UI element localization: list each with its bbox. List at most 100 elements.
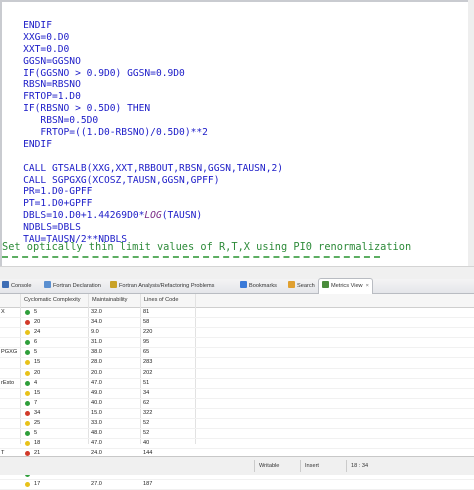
cyclomatic-complexity-value: 5 [34, 349, 38, 356]
maintainability-value: 47.0 [91, 379, 102, 386]
cyclomatic-complexity-value: 20 [34, 319, 41, 326]
code-line: CALL GTSALB(XXG,XXT,RBBOUT,RBSN,GGSN,TAU… [0, 163, 283, 175]
lines-of-code-value: 52 [143, 430, 150, 437]
column-maintainability[interactable]: Maintainability [88, 294, 127, 307]
close-icon[interactable]: × [366, 283, 369, 289]
table-row[interactable]: 7 40.0 62 [0, 399, 474, 409]
lines-of-code-value: 81 [143, 309, 150, 315]
cyclomatic-complexity-value: 4 [34, 379, 38, 386]
code-line: IF(GGSNO > 0.9D0) GGSN=0.9D0 [0, 68, 283, 80]
lines-of-code-value: 95 [143, 339, 150, 346]
status-green-icon [25, 350, 30, 356]
status-green-icon [25, 400, 30, 406]
code-line: DBLS=10.D0+1.44269D0*LOG(TAUSN) [0, 210, 283, 222]
status-cursor-position: 18 : 34 [346, 460, 391, 472]
tab-search[interactable]: Search [288, 279, 315, 293]
maintainability-value: 34.0 [91, 319, 102, 326]
status-yellow-icon [25, 360, 30, 366]
code-token: IF(RBSNO > 0.5D0) THEN [0, 103, 151, 115]
cyclomatic-complexity-value: 17 [34, 480, 41, 487]
code-line: XXG=0.D0 [0, 32, 283, 44]
cyclomatic-complexity-value: 34 [34, 409, 41, 416]
console-icon [2, 281, 9, 288]
code-token: XXT=0.D0 [0, 43, 70, 55]
code-comment: Set optically thin limit values of R,T,X… [2, 241, 412, 253]
lines-of-code-value: 220 [143, 329, 153, 336]
cyclomatic-complexity-value: 5 [34, 309, 38, 315]
editor-vertical-scrollbar[interactable] [468, 0, 474, 266]
maintainability-value: 48.0 [91, 430, 102, 437]
code-line: FRTOP=1.D0 [0, 91, 283, 103]
maintainability-value: 20.0 [91, 369, 102, 376]
code-editor[interactable]: ENDIF XXG=0.D0 XXT=0.D0 GGSN=GGSNO IF(GG… [0, 0, 474, 266]
code-token: PR=1.D0-GPFF [0, 186, 93, 198]
status-yellow-icon [25, 330, 30, 336]
status-yellow-icon [25, 390, 30, 396]
code-line: GGSN=GGSNO [0, 56, 283, 68]
table-row[interactable]: rEsto 4 47.0 51 [0, 379, 474, 389]
cyclomatic-complexity-value: 25 [34, 420, 41, 427]
code-line: PT=1.D0+GPFF [0, 198, 283, 210]
tab-console[interactable]: Console [2, 279, 32, 293]
code-token: RBSN=RBSNO [0, 79, 81, 91]
table-row[interactable]: 5 48.0 52 [0, 429, 474, 440]
view-tab-bar: Console Fortran Declaration Fortran Analys… [0, 278, 474, 294]
status-green-icon [25, 431, 30, 437]
table-row[interactable]: 25 33.0 52 [0, 419, 474, 430]
status-bar: Writable Insert 18 : 34 [0, 456, 474, 475]
maintainability-value: 28.0 [91, 359, 102, 366]
code-token: IF(GGSNO > 0.9D0) GGSN=0.9D0 [0, 67, 185, 79]
cyclomatic-complexity-value: 15 [34, 359, 41, 366]
table-row[interactable]: PGXG 5 38.0 65 [0, 348, 474, 359]
tab-fortran-analysis-refactoring-problems[interactable]: Fortran Analysis/Refactoring Problems [110, 279, 214, 293]
tab-bookmarks[interactable]: Bookmarks [240, 279, 277, 293]
metrics-icon [322, 281, 329, 288]
lines-of-code-value: 34 [143, 389, 150, 396]
column-cyclomatic-complexity[interactable]: Cyclomatic Complexity [20, 294, 81, 307]
bookmark-icon [240, 281, 247, 288]
row-name: rEsto [1, 379, 15, 386]
table-row[interactable]: 34 15.0 322 [0, 409, 474, 420]
code-token: XXG=0.D0 [0, 31, 70, 43]
cyclomatic-complexity-value: 7 [34, 399, 38, 406]
status-green-icon [25, 340, 30, 346]
lines-of-code-value: 40 [143, 440, 150, 447]
code-lines: ENDIF XXG=0.D0 XXT=0.D0 GGSN=GGSNO IF(GG… [0, 20, 283, 246]
lines-of-code-value: 322 [143, 409, 153, 416]
code-line: ENDIF [0, 20, 283, 32]
table-row[interactable]: 20 34.0 58 [0, 318, 474, 329]
status-green-icon [25, 310, 30, 315]
table-row[interactable]: 15 49.0 34 [0, 389, 474, 399]
table-row[interactable]: X 5 32.0 81 [0, 308, 474, 319]
code-token: CALL SGPGXG(XCOSZ,TAUSN,GGSN,GPFF) [0, 174, 220, 186]
table-row[interactable]: 6 31.0 95 [0, 338, 474, 349]
table-row[interactable]: 17 27.0 187 [0, 480, 474, 490]
lines-of-code-value: 62 [143, 399, 150, 406]
table-row[interactable]: 18 47.0 40 [0, 439, 474, 450]
status-writable: Writable [254, 460, 299, 472]
table-row[interactable]: 15 28.0 283 [0, 358, 474, 369]
table-row[interactable]: 24 9.0 220 [0, 328, 474, 339]
comment-separator [2, 256, 380, 258]
table-row[interactable]: 20 20.0 202 [0, 369, 474, 379]
code-line: XXT=0.D0 [0, 44, 283, 56]
code-line: RBSN=RBSNO [0, 79, 283, 91]
tab-label: Fortran Analysis/Refactoring Problems [119, 283, 215, 289]
column-lines-of-code[interactable]: Lines of Code [140, 294, 179, 307]
lines-of-code-value: 52 [143, 420, 150, 427]
code-line: IF(RBSNO > 0.5D0) THEN [0, 103, 283, 115]
code-function-token: LOG [144, 210, 162, 222]
tab-label: Console [11, 283, 32, 289]
panel-splitter[interactable] [0, 266, 474, 279]
tab-metrics-view[interactable]: Metrics View × [318, 278, 373, 294]
maintainability-value: 9.0 [91, 329, 99, 336]
cyclomatic-complexity-value: 5 [34, 430, 38, 437]
code-token: PT=1.D0+GPFF [0, 198, 93, 210]
tab-fortran-declaration[interactable]: Fortran Declaration [44, 279, 101, 293]
code-line: RBSN=0.5D0 [0, 115, 283, 127]
maintainability-value: 31.0 [91, 339, 102, 346]
tab-label: Search [297, 283, 315, 289]
metrics-table-header: Cyclomatic Complexity Maintainability Li… [0, 294, 474, 308]
code-token: ENDIF [0, 20, 52, 31]
